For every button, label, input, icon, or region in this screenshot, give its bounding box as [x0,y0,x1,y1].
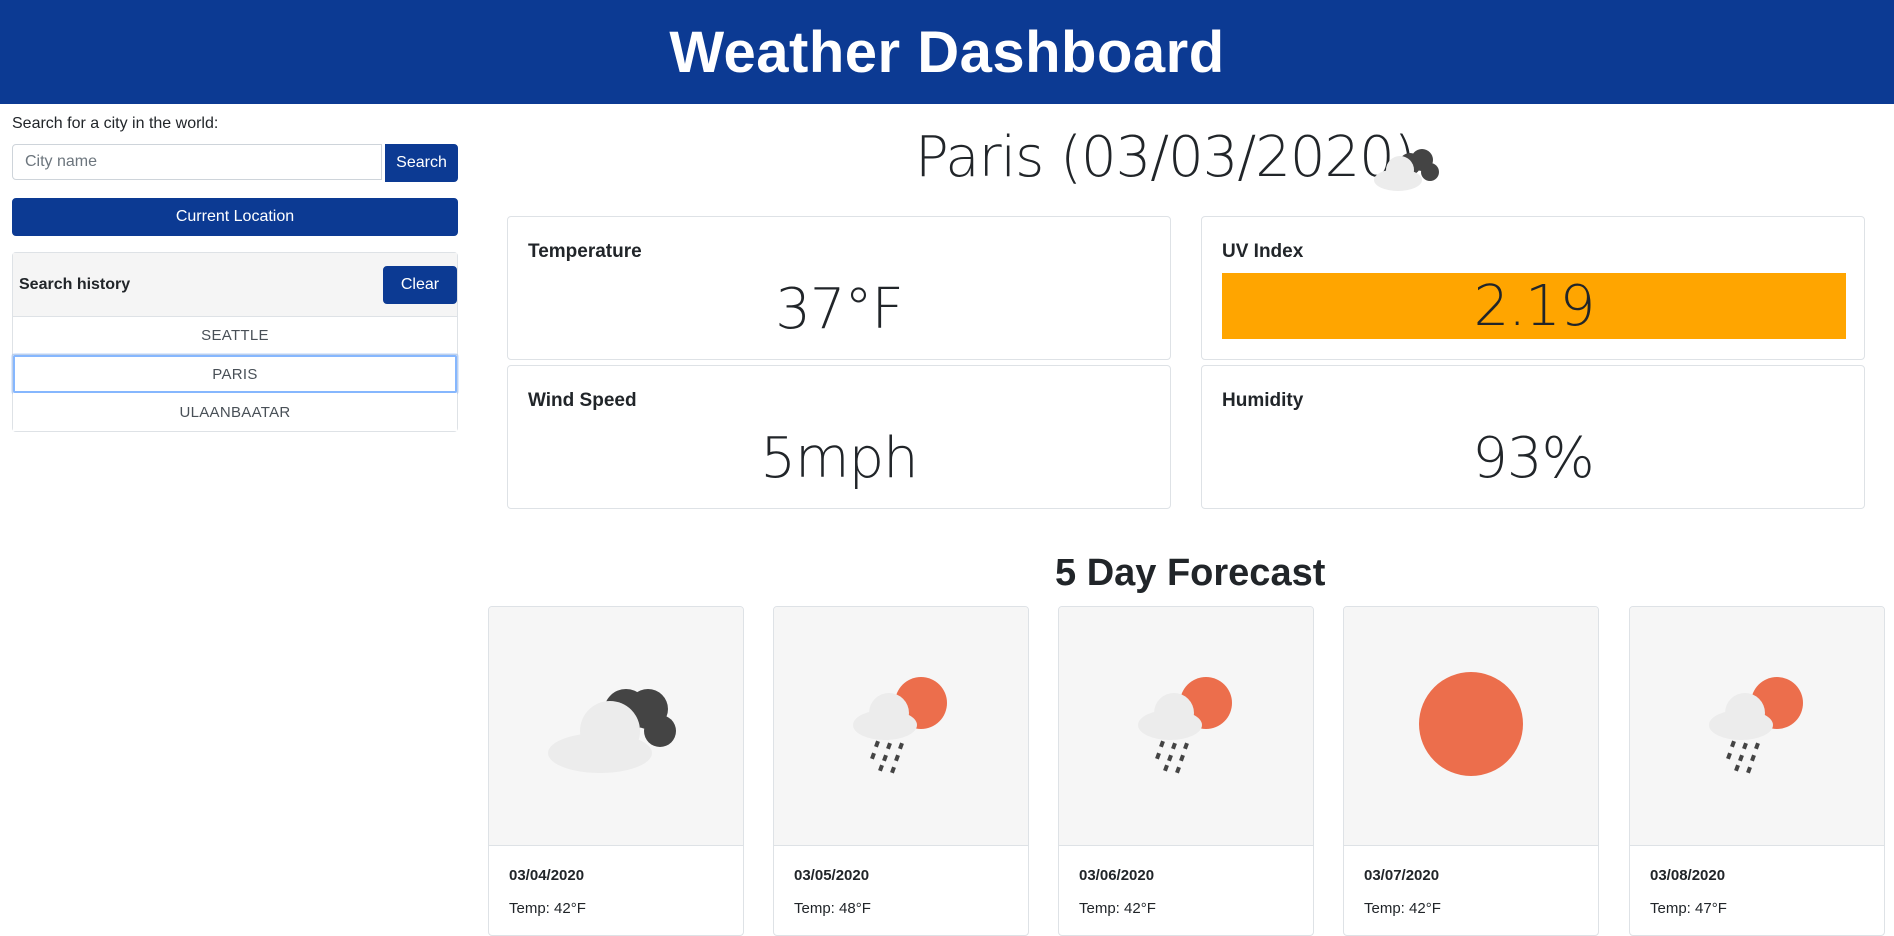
forecast-date: 03/06/2020 [1079,867,1155,884]
search-label: Search for a city in the world: [12,115,219,132]
sun-rain-icon [1697,669,1817,784]
forecast-temp: Temp: 42°F [1364,900,1441,917]
history-item-seattle[interactable]: SEATTLE [13,317,457,355]
forecast-date: 03/04/2020 [509,867,585,884]
forecast-temp: Temp: 48°F [794,900,871,917]
forecast-date: 03/08/2020 [1650,867,1726,884]
cloudy-icon [536,669,696,784]
uv-index-card: UV Index 2.19 [1201,216,1865,360]
search-history-panel: Search history Clear SEATTLE PARIS ULAAN… [12,252,458,432]
humidity-label: Humidity [1222,390,1304,411]
forecast-image [1059,607,1313,846]
temperature-value: 37°F [775,277,903,342]
history-item-paris[interactable]: PARIS [13,355,457,393]
current-city-title: Paris (03/03/2020) [915,125,1416,190]
sun-rain-icon [841,669,961,784]
forecast-image [774,607,1028,846]
city-search-input[interactable] [12,144,382,180]
forecast-card: 03/04/2020 Temp: 42°F [488,606,744,936]
temperature-card: Temperature 37°F [507,216,1171,360]
humidity-value: 93% [1472,426,1594,491]
forecast-image [489,607,743,846]
wind-speed-value: 5mph [760,426,918,491]
cloudy-icon [1368,140,1444,197]
forecast-image [1630,607,1884,846]
forecast-title: 5 Day Forecast [1055,552,1326,594]
uv-index-value: 2.19 [1222,273,1846,339]
app-header: Weather Dashboard [0,0,1894,104]
forecast-temp: Temp: 47°F [1650,900,1727,917]
forecast-card: 03/05/2020 Temp: 48°F [773,606,1029,936]
history-item-ulaanbaatar[interactable]: ULAANBAATAR [13,393,457,431]
forecast-card: 03/07/2020 Temp: 42°F [1343,606,1599,936]
forecast-date: 03/07/2020 [1364,867,1440,884]
uv-index-label: UV Index [1222,241,1304,262]
forecast-temp: Temp: 42°F [509,900,586,917]
app-title: Weather Dashboard [669,19,1225,85]
clear-history-button[interactable]: Clear [383,265,457,304]
sun-rain-icon [1126,669,1246,784]
search-history-title: Search history [19,275,131,293]
forecast-temp: Temp: 42°F [1079,900,1156,917]
wind-speed-label: Wind Speed [528,390,637,411]
search-button[interactable]: Search [385,144,458,182]
humidity-card: Humidity 93% [1201,365,1865,509]
forecast-image [1344,607,1598,846]
wind-speed-card: Wind Speed 5mph [507,365,1171,509]
temperature-label: Temperature [528,241,642,262]
forecast-card: 03/08/2020 Temp: 47°F [1629,606,1885,936]
forecast-date: 03/05/2020 [794,867,870,884]
current-location-button[interactable]: Current Location [12,198,458,236]
sun-icon [1416,669,1526,784]
forecast-card: 03/06/2020 Temp: 42°F [1058,606,1314,936]
search-history-header: Search history Clear [13,253,457,317]
